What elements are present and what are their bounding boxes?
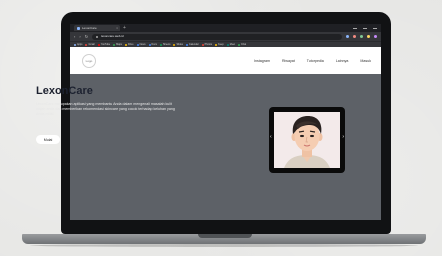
extension-icon[interactable] xyxy=(374,35,377,38)
extension-icon[interactable] xyxy=(346,35,349,38)
bookmark-favicon-icon xyxy=(74,43,76,46)
site-logo[interactable]: Logo xyxy=(82,53,96,68)
avatar-illustration xyxy=(274,112,340,168)
bookmark-item[interactable]: Drive xyxy=(124,43,134,46)
bookmark-favicon-icon xyxy=(136,43,139,46)
hero-description: LexonCare merupakan aplikasi yang memban… xyxy=(36,102,175,117)
bookmark-item[interactable]: Sheets xyxy=(160,43,170,46)
bookmark-label: Keep xyxy=(218,43,224,46)
site-navbar: Logo Instagram Riwayat Tutorpedia Lainny… xyxy=(70,47,381,74)
minimize-icon[interactable] xyxy=(353,27,357,29)
bookmark-label: Apps xyxy=(77,43,83,46)
bookmark-favicon-icon xyxy=(160,43,162,46)
laptop-shadow xyxy=(30,244,418,247)
maximize-icon[interactable] xyxy=(363,27,367,29)
bookmark-favicon-icon xyxy=(201,43,204,46)
laptop-notch xyxy=(198,234,252,238)
bookmark-item[interactable]: Gmail xyxy=(85,43,95,46)
image-slider: ‹ › xyxy=(269,107,345,173)
slider-next-icon[interactable]: › xyxy=(342,135,344,140)
bookmark-item[interactable]: Docs xyxy=(148,43,157,46)
extension-icon[interactable] xyxy=(360,35,363,38)
bookmark-label: Chat xyxy=(241,43,247,46)
bookmark-label: Sheets xyxy=(163,43,171,46)
close-window-icon[interactable] xyxy=(373,27,377,29)
bookmark-label: Calendar xyxy=(188,43,199,46)
menu-item-tutorpedia[interactable]: Tutorpedia xyxy=(307,59,324,63)
bookmark-favicon-icon xyxy=(238,43,241,46)
slider-prev-icon[interactable]: ‹ xyxy=(270,135,272,140)
bookmark-favicon-icon xyxy=(215,43,218,46)
bookmark-label: Docs xyxy=(151,43,157,46)
hero-title: LexonCare xyxy=(36,85,93,97)
bookmark-item[interactable]: Chat xyxy=(238,43,246,46)
avatar-image xyxy=(274,112,340,168)
back-icon[interactable]: ‹ xyxy=(74,34,75,39)
menu-item-lainnya[interactable]: Lainnya xyxy=(336,59,349,63)
bookmark-favicon-icon xyxy=(185,43,188,46)
extension-icon[interactable] xyxy=(367,35,370,38)
bookmark-item[interactable]: News xyxy=(136,43,146,46)
bookmark-item[interactable]: Meet xyxy=(226,43,236,46)
bookmark-item[interactable]: Photos xyxy=(201,43,213,46)
bookmark-item[interactable]: Calendar xyxy=(185,43,199,46)
bookmark-label: Gmail xyxy=(88,43,95,46)
bookmark-favicon-icon xyxy=(124,43,127,46)
browser-tabstrip: LexonCare × + xyxy=(70,24,381,32)
address-bar[interactable]: lexoncare.web.id xyxy=(92,33,342,40)
extension-icons xyxy=(346,35,377,38)
bookmark-item[interactable]: YouTube xyxy=(97,43,111,46)
bookmark-label: YouTube xyxy=(100,43,111,46)
browser-toolbar: ‹ › ↻ lexoncare.web.id xyxy=(70,32,381,41)
tab-close-icon[interactable]: × xyxy=(116,26,118,30)
bookmark-favicon-icon xyxy=(113,43,116,46)
tab-title: LexonCare xyxy=(82,25,97,30)
site-menu: Instagram Riwayat Tutorpedia Lainnya Mas… xyxy=(254,59,371,63)
menu-item-riwayat[interactable]: Riwayat xyxy=(282,59,295,63)
favicon-icon xyxy=(77,26,80,30)
bookmark-label: Maps xyxy=(116,43,122,46)
menu-item-masuk[interactable]: Masuk xyxy=(360,59,371,63)
bookmark-favicon-icon xyxy=(148,43,151,46)
bookmark-item[interactable]: Slides xyxy=(173,43,183,46)
lock-icon xyxy=(96,35,99,38)
menu-item-instagram[interactable]: Instagram xyxy=(254,59,270,63)
bookmark-label: Photos xyxy=(204,43,213,46)
extension-icon[interactable] xyxy=(353,35,356,38)
bookmark-favicon-icon xyxy=(173,43,176,46)
bookmark-favicon-icon xyxy=(226,43,229,46)
browser-tab[interactable]: LexonCare × xyxy=(74,25,120,31)
bookmark-item[interactable]: Apps xyxy=(74,43,82,46)
address-url: lexoncare.web.id xyxy=(101,34,124,38)
window-controls xyxy=(353,27,377,29)
reload-icon[interactable]: ↻ xyxy=(85,34,88,39)
bookmark-label: Slides xyxy=(176,43,183,46)
bookmark-label: Meet xyxy=(229,43,236,46)
bookmark-favicon-icon xyxy=(97,43,100,46)
bookmark-favicon-icon xyxy=(85,43,88,46)
bookmark-label: Drive xyxy=(127,43,134,46)
bookmark-label: News xyxy=(139,43,146,46)
forward-icon[interactable]: › xyxy=(79,34,80,39)
bookmark-item[interactable]: Maps xyxy=(113,43,122,46)
start-button[interactable]: Mulai xyxy=(36,135,60,144)
bookmark-item[interactable]: Keep xyxy=(215,43,224,46)
new-tab-icon[interactable]: + xyxy=(123,25,126,31)
